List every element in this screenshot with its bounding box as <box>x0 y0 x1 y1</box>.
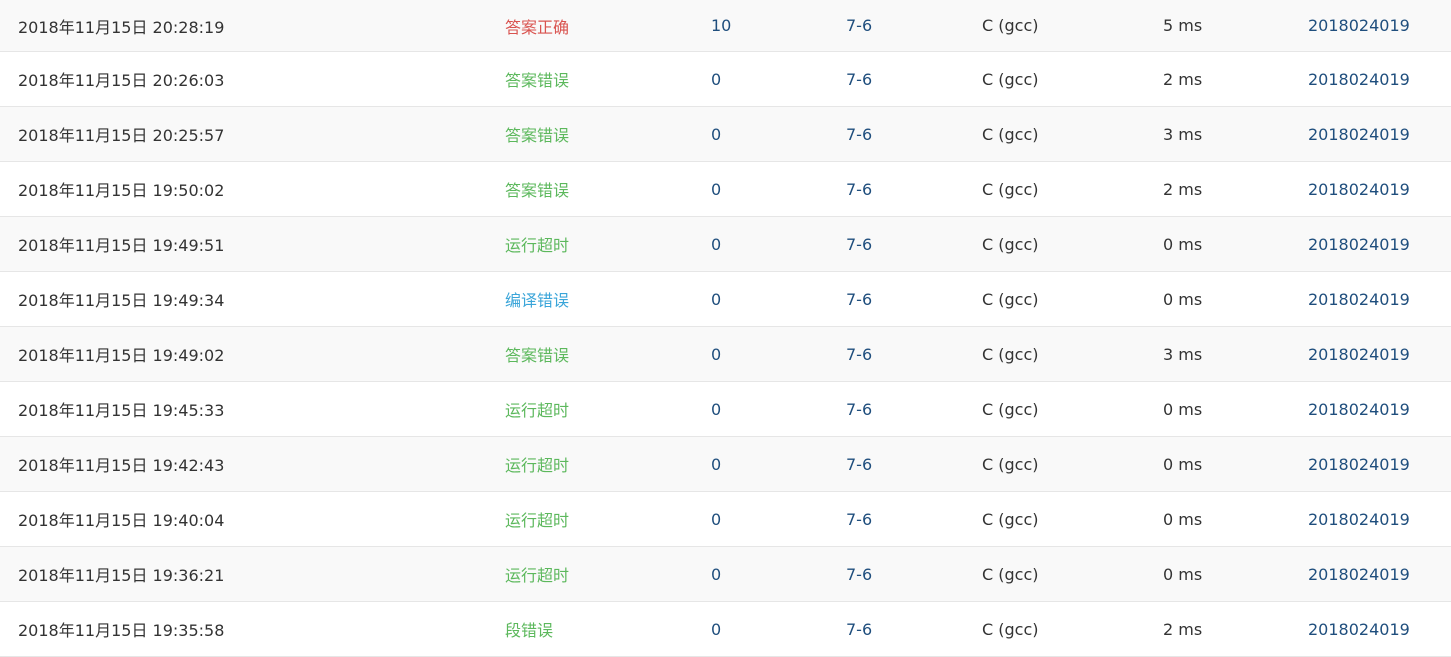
table-row: 2018年11月15日 19:49:51 运行超时 0 7-6 C (gcc) 0 ms 2… <box>0 217 1451 272</box>
status-link[interactable]: 运行超时 <box>505 217 569 271</box>
score: 0 <box>711 234 722 254</box>
table-row: 2018年11月15日 20:26:03 答案错误 0 7-6 C (gcc) 2 ms 2… <box>0 52 1451 107</box>
time-cost: 0 ms <box>1163 454 1203 474</box>
score: 0 <box>711 69 722 89</box>
submit-time: 2018年11月15日 19:50:02 <box>18 181 225 200</box>
submit-time: 2018年11月15日 20:25:57 <box>18 126 225 145</box>
problem-link[interactable]: 7-6 <box>846 272 872 326</box>
compiler: C (gcc) <box>982 454 1039 474</box>
score: 0 <box>711 399 722 419</box>
score: 0 <box>711 289 722 309</box>
submit-time: 2018年11月15日 19:45:33 <box>18 401 225 420</box>
compiler: C (gcc) <box>982 399 1039 419</box>
submit-time: 2018年11月15日 20:28:19 <box>18 17 225 37</box>
score: 10 <box>711 16 732 35</box>
time-cost: 5 ms <box>1163 16 1203 35</box>
score: 0 <box>711 454 722 474</box>
table-row: 2018年11月15日 20:28:19 答案正确 10 7-6 C (gcc) 5 ms… <box>0 0 1451 52</box>
submit-time: 2018年11月15日 19:49:51 <box>18 236 225 255</box>
status-link[interactable]: 答案正确 <box>505 0 569 51</box>
score: 0 <box>711 179 722 199</box>
user-link[interactable]: 2018024019 <box>1308 437 1410 491</box>
submit-time: 2018年11月15日 19:49:34 <box>18 291 225 310</box>
user-link[interactable]: 2018024019 <box>1308 327 1410 381</box>
user-link[interactable]: 2018024019 <box>1308 162 1410 216</box>
time-cost: 3 ms <box>1163 344 1203 364</box>
time-cost: 0 ms <box>1163 564 1203 584</box>
compiler: C (gcc) <box>982 564 1039 584</box>
time-cost: 0 ms <box>1163 399 1203 419</box>
time-cost: 2 ms <box>1163 69 1203 89</box>
submit-time: 2018年11月15日 19:40:04 <box>18 511 225 530</box>
table-row: 2018年11月15日 19:49:34 编译错误 0 7-6 C (gcc) 0 ms 2… <box>0 272 1451 327</box>
status-link[interactable]: 段错误 <box>505 602 553 656</box>
time-cost: 0 ms <box>1163 234 1203 254</box>
table-row: 2018年11月15日 19:42:43 运行超时 0 7-6 C (gcc) 0 ms 2… <box>0 437 1451 492</box>
user-link[interactable]: 2018024019 <box>1308 492 1410 546</box>
table-row: 2018年11月15日 19:50:02 答案错误 0 7-6 C (gcc) 2 ms 2… <box>0 162 1451 217</box>
user-link[interactable]: 2018024019 <box>1308 272 1410 326</box>
user-link[interactable]: 2018024019 <box>1308 602 1410 656</box>
table-row: 2018年11月15日 20:25:57 答案错误 0 7-6 C (gcc) 3 ms 2… <box>0 107 1451 162</box>
user-link[interactable]: 2018024019 <box>1308 52 1410 106</box>
compiler: C (gcc) <box>982 69 1039 89</box>
problem-link[interactable]: 7-6 <box>846 547 872 601</box>
status-link[interactable]: 答案错误 <box>505 52 569 106</box>
user-link[interactable]: 2018024019 <box>1308 382 1410 436</box>
compiler: C (gcc) <box>982 289 1039 309</box>
problem-link[interactable]: 7-6 <box>846 382 872 436</box>
time-cost: 2 ms <box>1163 619 1203 639</box>
user-link[interactable]: 2018024019 <box>1308 0 1410 51</box>
problem-link[interactable]: 7-6 <box>846 437 872 491</box>
score: 0 <box>711 619 722 639</box>
problem-link[interactable]: 7-6 <box>846 107 872 161</box>
status-link[interactable]: 运行超时 <box>505 382 569 436</box>
problem-link[interactable]: 7-6 <box>846 217 872 271</box>
table-row: 2018年11月15日 19:49:02 答案错误 0 7-6 C (gcc) 3 ms 2… <box>0 327 1451 382</box>
time-cost: 0 ms <box>1163 289 1203 309</box>
table-row: 2018年11月15日 19:40:04 运行超时 0 7-6 C (gcc) 0 ms 2… <box>0 492 1451 547</box>
status-link[interactable]: 答案错误 <box>505 162 569 216</box>
time-cost: 2 ms <box>1163 179 1203 199</box>
problem-link[interactable]: 7-6 <box>846 492 872 546</box>
submit-time: 2018年11月15日 20:26:03 <box>18 71 225 90</box>
status-link[interactable]: 答案错误 <box>505 107 569 161</box>
problem-link[interactable]: 7-6 <box>846 327 872 381</box>
score: 0 <box>711 124 722 144</box>
compiler: C (gcc) <box>982 179 1039 199</box>
compiler: C (gcc) <box>982 509 1039 529</box>
submissions-table: 2018年11月15日 20:28:19 答案正确 10 7-6 C (gcc) 5 ms… <box>0 0 1451 657</box>
score: 0 <box>711 509 722 529</box>
time-cost: 0 ms <box>1163 509 1203 529</box>
compiler: C (gcc) <box>982 16 1039 35</box>
table-row: 2018年11月15日 19:35:58 段错误 0 7-6 C (gcc) 2 ms 20… <box>0 602 1451 657</box>
problem-link[interactable]: 7-6 <box>846 0 872 51</box>
status-link[interactable]: 编译错误 <box>505 272 569 326</box>
user-link[interactable]: 2018024019 <box>1308 107 1410 161</box>
compiler: C (gcc) <box>982 124 1039 144</box>
problem-link[interactable]: 7-6 <box>846 162 872 216</box>
submit-time: 2018年11月15日 19:49:02 <box>18 346 225 365</box>
submit-time: 2018年11月15日 19:36:21 <box>18 566 225 585</box>
table-row: 2018年11月15日 19:45:33 运行超时 0 7-6 C (gcc) 0 ms 2… <box>0 382 1451 437</box>
status-link[interactable]: 运行超时 <box>505 437 569 491</box>
score: 0 <box>711 344 722 364</box>
status-link[interactable]: 运行超时 <box>505 547 569 601</box>
status-link[interactable]: 运行超时 <box>505 492 569 546</box>
table-row: 2018年11月15日 19:36:21 运行超时 0 7-6 C (gcc) 0 ms 2… <box>0 547 1451 602</box>
submit-time: 2018年11月15日 19:35:58 <box>18 621 225 640</box>
compiler: C (gcc) <box>982 619 1039 639</box>
user-link[interactable]: 2018024019 <box>1308 217 1410 271</box>
compiler: C (gcc) <box>982 234 1039 254</box>
status-link[interactable]: 答案错误 <box>505 327 569 381</box>
score: 0 <box>711 564 722 584</box>
submit-time: 2018年11月15日 19:42:43 <box>18 456 225 475</box>
problem-link[interactable]: 7-6 <box>846 602 872 656</box>
problem-link[interactable]: 7-6 <box>846 52 872 106</box>
time-cost: 3 ms <box>1163 124 1203 144</box>
compiler: C (gcc) <box>982 344 1039 364</box>
user-link[interactable]: 2018024019 <box>1308 547 1410 601</box>
